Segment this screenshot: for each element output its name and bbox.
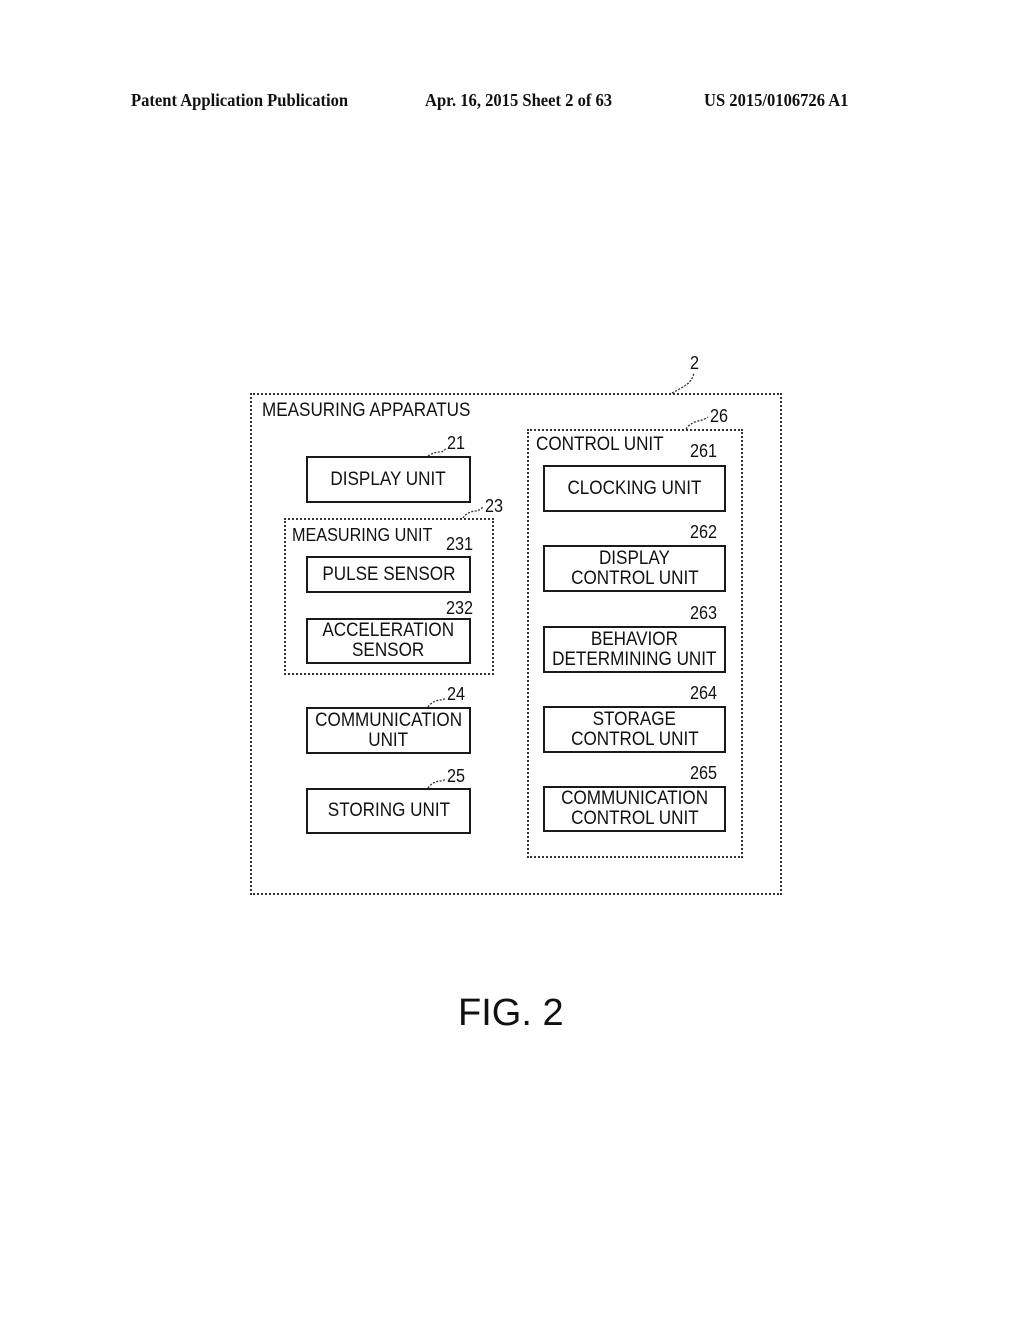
display-unit-label: DISPLAY UNIT [330, 468, 447, 490]
storage-control-unit-box: STORAGE CONTROL UNIT [543, 706, 726, 753]
leader-line-26 [685, 416, 709, 430]
ref-231: 231 [446, 534, 474, 554]
ref-261: 261 [690, 441, 718, 461]
measuring-unit-label: MEASURING UNIT [292, 525, 433, 545]
clocking-unit-label: CLOCKING UNIT [567, 477, 702, 499]
ref-232: 232 [446, 598, 474, 618]
clocking-unit-box: CLOCKING UNIT [543, 465, 726, 512]
acceleration-sensor-box: ACCELERATION SENSOR [306, 618, 471, 664]
leader-lines [427, 372, 709, 789]
ref-21: 21 [447, 433, 466, 453]
leader-line-21 [427, 447, 447, 457]
display-control-unit-label-line1: DISPLAY [599, 547, 670, 569]
ref-2: 2 [690, 353, 700, 373]
storage-control-unit-label-line2: CONTROL UNIT [570, 728, 699, 750]
communication-control-unit-box: COMMUNICATION CONTROL UNIT [543, 786, 726, 832]
acceleration-sensor-label-line2: SENSOR [352, 640, 425, 661]
control-unit-label: CONTROL UNIT [536, 434, 664, 455]
behavior-determining-unit-box: BEHAVIOR DETERMINING UNIT [543, 626, 726, 673]
display-control-unit-box: DISPLAY CONTROL UNIT [543, 545, 726, 592]
storage-control-unit-label-line1: STORAGE [592, 708, 677, 730]
communication-control-unit-label-line2: CONTROL UNIT [570, 808, 699, 829]
display-control-unit-label-line2: CONTROL UNIT [570, 567, 699, 589]
communication-unit-label-line2: UNIT [368, 729, 409, 751]
pulse-sensor-label: PULSE SENSOR [321, 563, 456, 585]
behavior-determining-unit-label-line2: DETERMINING UNIT [552, 648, 717, 670]
ref-263: 263 [690, 603, 718, 623]
display-unit-box: DISPLAY UNIT [306, 456, 471, 503]
storing-unit-label: STORING UNIT [327, 800, 450, 821]
behavior-determining-unit-label-line1: BEHAVIOR [590, 628, 679, 650]
ref-265: 265 [690, 763, 718, 783]
ref-26: 26 [710, 406, 729, 426]
leader-line-24 [427, 697, 447, 708]
leader-line-25 [427, 778, 447, 789]
ref-262: 262 [690, 522, 718, 542]
ref-24: 24 [447, 684, 466, 704]
communication-unit-label-line1: COMMUNICATION [315, 709, 462, 731]
ref-25: 25 [447, 766, 466, 786]
ref-23: 23 [485, 496, 504, 516]
ref-264: 264 [690, 683, 718, 703]
communication-unit-box: COMMUNICATION UNIT [306, 707, 471, 754]
pulse-sensor-box: PULSE SENSOR [306, 556, 471, 593]
storing-unit-box: STORING UNIT [306, 788, 471, 834]
communication-control-unit-label-line1: COMMUNICATION [561, 788, 708, 809]
acceleration-sensor-label-line1: ACCELERATION [322, 620, 455, 641]
leader-line-23 [462, 506, 484, 519]
figure-caption: FIG. 2 [458, 992, 564, 1034]
leader-line-2 [671, 372, 695, 394]
